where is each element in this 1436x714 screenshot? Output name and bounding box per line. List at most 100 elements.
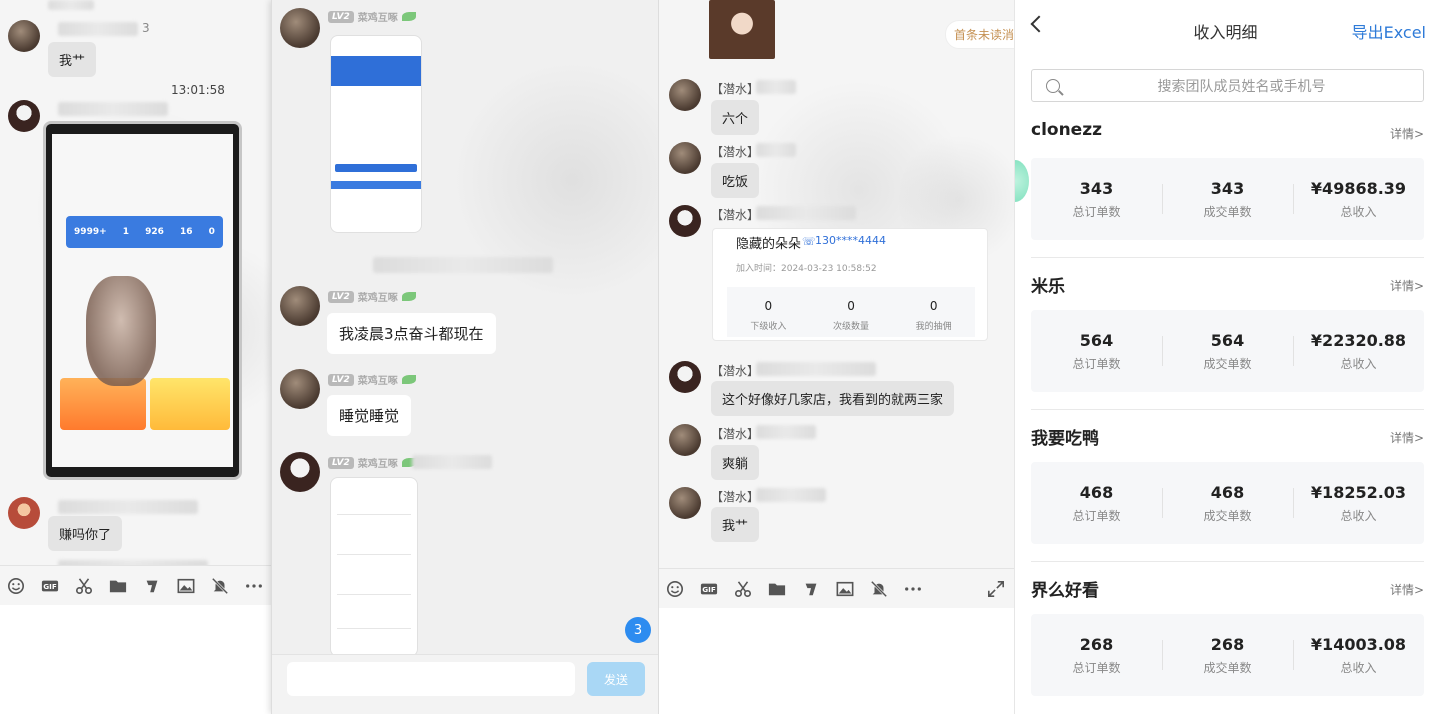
card-stat-value: 0 (764, 299, 773, 313)
member-income-item: 我要吃鸭 详情> 468 总订单数 468 成交单数 ¥18252.03 总收入 (1031, 424, 1424, 576)
detail-link[interactable]: 详情> (1390, 277, 1424, 294)
stat-value: 268 (1079, 634, 1114, 654)
image-icon[interactable] (176, 576, 196, 596)
stat-value: ¥22320.88 (1310, 330, 1407, 350)
input-area[interactable] (659, 608, 1014, 714)
stat-deals: 268 成交单数 (1162, 614, 1293, 696)
member-card-join-time: 加入时间：2024-03-23 10:58:52 (736, 264, 877, 274)
level-badge: LV2 (328, 373, 354, 386)
export-excel-button[interactable]: 导出Excel (1352, 19, 1426, 43)
stat-label: 成交单数 (1203, 508, 1252, 523)
member-card-phone: 130****4444 (815, 234, 886, 247)
message-bubble[interactable]: 我艹 (711, 507, 760, 542)
stat-deals: 564 成交单数 (1162, 310, 1293, 392)
role-tag: 【潜水】 (711, 145, 760, 159)
divider (1031, 257, 1424, 258)
divider (1031, 409, 1424, 410)
stat-total-income: ¥22320.88 总收入 (1293, 310, 1424, 392)
member-card-stats: 0 下级收入 0 次级数量 0 我的抽佣 (727, 287, 975, 337)
member-card[interactable]: 隐藏的朵朵 ☏ 130****4444 加入时间：2024-03-23 10:5… (712, 228, 988, 341)
stat-box: 343 总订单数 343 成交单数 ¥49868.39 总收入 (1031, 158, 1424, 240)
card-stat: 0 我的抽佣 (892, 287, 975, 337)
message-bubble[interactable]: 吃饭 (711, 163, 760, 198)
emoji-icon[interactable] (665, 579, 685, 599)
stat-value: 564 (1210, 330, 1245, 350)
sender-name: 菜鸡互啄 (357, 13, 398, 24)
avatar[interactable] (8, 497, 40, 529)
shared-phone-screenshot[interactable] (330, 35, 422, 233)
avatar[interactable] (280, 286, 320, 326)
stat-box: 468 总订单数 468 成交单数 ¥18252.03 总收入 (1031, 462, 1424, 544)
bell-off-icon[interactable] (869, 579, 889, 599)
folder-icon[interactable] (767, 579, 787, 599)
phone-icon: ☏ (802, 235, 816, 248)
avatar[interactable] (8, 20, 40, 52)
message-bubble[interactable]: 这个好像好几家店，我看到的就两三家 (711, 381, 955, 416)
stat-deals: 343 成交单数 (1162, 158, 1293, 240)
message-bubble[interactable]: 六个 (711, 100, 760, 135)
member-name: 米乐 (1031, 277, 1065, 297)
avatar[interactable] (280, 369, 320, 409)
stat-total-orders: 468 总订单数 (1031, 462, 1162, 544)
more-icon[interactable] (244, 576, 264, 596)
shared-phone-screenshot[interactable] (330, 477, 418, 657)
gif-icon[interactable]: GIF (40, 576, 60, 596)
input-bar: 发送 (272, 654, 658, 714)
role-tag: 【潜水】 (711, 82, 760, 96)
message-input[interactable] (287, 662, 575, 696)
sender-name-fragment: 3 (142, 21, 150, 35)
unread-hint[interactable]: 首条未读消 (945, 20, 1014, 49)
level-badge: LV2 (328, 10, 354, 23)
finger (86, 276, 156, 386)
member-card-name: 隐藏的朵朵 (736, 237, 802, 252)
detail-link[interactable]: 详情> (1390, 429, 1424, 446)
message-bubble[interactable]: 爽躺 (711, 445, 760, 480)
stat-label: 总订单数 (1072, 508, 1121, 523)
shared-image[interactable] (709, 0, 775, 59)
message-bubble[interactable]: 睡觉睡觉 (327, 395, 412, 436)
stat-total-orders: 343 总订单数 (1031, 158, 1162, 240)
card-stat: 0 下级收入 (727, 287, 810, 337)
stat-value: 564 (1079, 330, 1114, 350)
music-icon[interactable] (142, 576, 162, 596)
avatar[interactable] (669, 142, 701, 174)
detail-link[interactable]: 详情> (1390, 125, 1424, 142)
detail-link[interactable]: 详情> (1390, 581, 1424, 598)
income-detail-page: 收入明细 导出Excel 搜索团队成员姓名或手机号 clonezz 详情> 34… (1014, 0, 1436, 714)
member-income-item: clonezz 详情> 343 总订单数 343 成交单数 ¥49868.39 总收入 (1031, 120, 1424, 272)
stat-label: 总收入 (1340, 660, 1377, 675)
leaf-icon (401, 375, 416, 384)
avatar[interactable] (669, 361, 701, 393)
avatar[interactable] (669, 487, 701, 519)
music-icon[interactable] (801, 579, 821, 599)
shared-phone-screenshot[interactable]: 9999+ 1 926 16 0 (43, 121, 242, 480)
more-icon[interactable] (903, 579, 923, 599)
image-icon[interactable] (835, 579, 855, 599)
avatar[interactable] (669, 79, 701, 111)
scissors-icon[interactable] (74, 576, 94, 596)
bell-off-icon[interactable] (210, 576, 230, 596)
emoji-icon[interactable] (6, 576, 26, 596)
input-area[interactable] (0, 605, 271, 714)
avatar[interactable] (280, 8, 320, 48)
message-bubble[interactable]: 我艹 (48, 42, 97, 77)
member-name: clonezz (1031, 120, 1103, 140)
chat-panel-right: 首条未读消 【潜水】 六个 【潜水】 吃饭 【潜水】 【潜水】 这个好像好几家店… (658, 0, 1014, 714)
avatar[interactable] (8, 100, 40, 132)
stat-label: 总收入 (1340, 508, 1377, 523)
stat-box: 564 总订单数 564 成交单数 ¥22320.88 总收入 (1031, 310, 1424, 392)
send-button[interactable]: 发送 (587, 662, 645, 696)
stat-label: 成交单数 (1203, 204, 1252, 219)
avatar[interactable] (280, 452, 320, 492)
avatar[interactable] (669, 205, 701, 237)
scissors-icon[interactable] (733, 579, 753, 599)
avatar[interactable] (669, 424, 701, 456)
folder-icon[interactable] (108, 576, 128, 596)
gif-icon[interactable]: GIF (699, 579, 719, 599)
expand-icon[interactable] (986, 579, 1006, 599)
floating-handle[interactable] (1015, 160, 1029, 202)
unread-count-badge[interactable]: 3 (625, 617, 651, 643)
member-search-input[interactable]: 搜索团队成员姓名或手机号 (1031, 69, 1424, 102)
message-bubble[interactable]: 我凌晨3点奋斗都现在 (327, 313, 496, 354)
message-bubble[interactable]: 赚吗你了 (48, 516, 123, 551)
